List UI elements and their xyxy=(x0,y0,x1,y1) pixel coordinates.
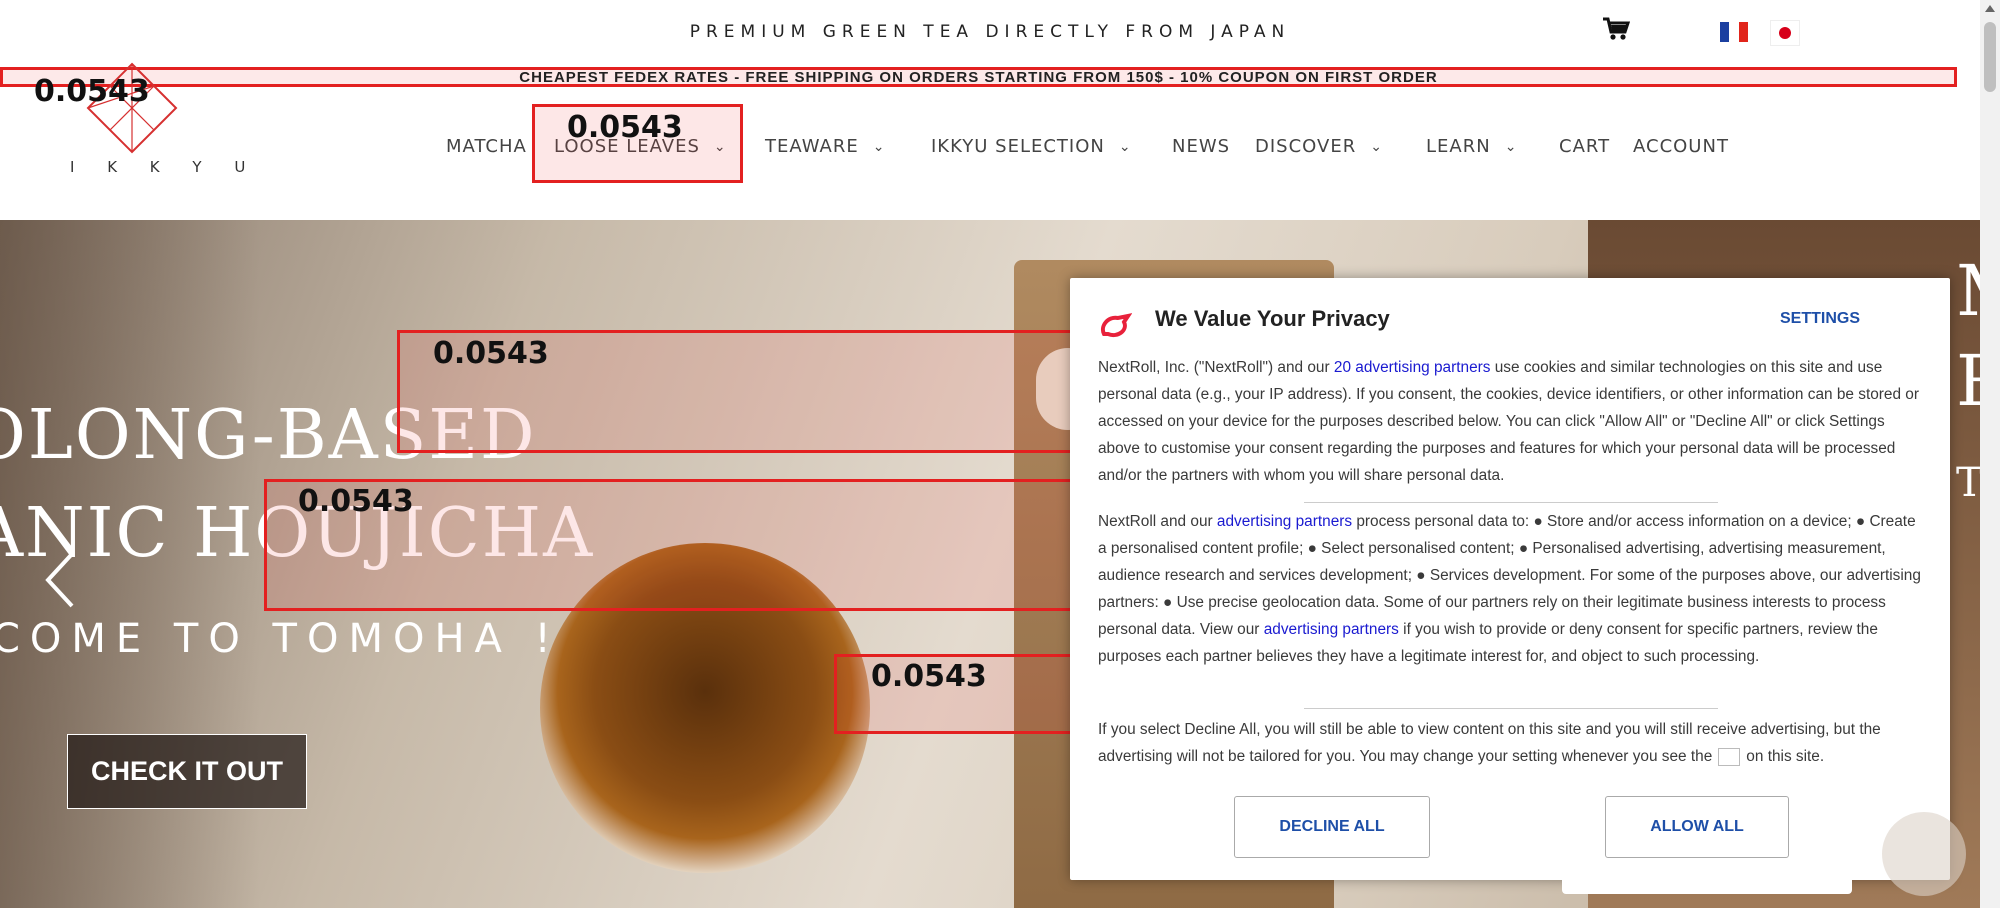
decline-all-button[interactable]: DECLINE ALL xyxy=(1234,796,1430,858)
nextroll-settings-icon xyxy=(1718,747,1741,766)
detection-score: 0.0543 xyxy=(567,110,683,145)
nav-label: ACCOUNT xyxy=(1633,136,1729,157)
advertising-partners-link[interactable]: 20 advertising partners xyxy=(1334,359,1491,376)
shopping-cart-icon[interactable] xyxy=(1602,16,1631,42)
detection-score: 0.0543 xyxy=(34,74,150,109)
paragraph-text: use cookies and similar technologies on … xyxy=(1098,359,1919,484)
check-it-out-button[interactable]: CHECK IT OUT xyxy=(67,734,307,809)
page-scrollbar[interactable] xyxy=(1980,0,2000,908)
divider xyxy=(1304,708,1718,709)
privacy-consent-dialog: We Value Your Privacy SETTINGS NextRoll,… xyxy=(1070,278,1950,880)
nav-item-teaware[interactable]: TEAWARE ⌄ xyxy=(765,136,885,157)
nav-label: TEAWARE xyxy=(765,136,859,157)
consent-paragraph-1: NextRoll, Inc. ("NextRoll") and our 20 a… xyxy=(1098,354,1926,489)
chevron-down-icon: ⌄ xyxy=(1370,139,1383,155)
nav-item-ikkyu-selection[interactable]: IKKYU SELECTION ⌄ xyxy=(931,136,1132,157)
next-slide-text: R xyxy=(1956,340,1980,422)
next-slide-text: M xyxy=(1956,250,1980,332)
japanese-flag-icon[interactable] xyxy=(1770,20,1800,46)
scrollbar-thumb[interactable] xyxy=(1984,22,1996,92)
nav-item-learn[interactable]: LEARN ⌄ xyxy=(1426,136,1517,157)
chat-icon[interactable] xyxy=(1882,812,1966,896)
chevron-left-icon[interactable] xyxy=(40,550,80,610)
shipping-announcement: CHEAPEST FEDEX RATES - FREE SHIPPING ON … xyxy=(0,67,1957,87)
top-bar: PREMIUM GREEN TEA DIRECTLY FROM JAPAN xyxy=(0,0,1980,62)
nav-item-cart[interactable]: CART xyxy=(1559,136,1610,157)
chevron-down-icon: ⌄ xyxy=(1118,139,1132,155)
hero-subtitle: COME TO TOMOHA ! xyxy=(0,616,561,662)
chevron-down-icon: ⌄ xyxy=(1504,139,1518,155)
nextroll-logo-icon xyxy=(1098,312,1133,340)
advertising-partners-link[interactable]: advertising partners xyxy=(1264,621,1399,638)
detection-score: 0.0543 xyxy=(871,659,987,694)
nav-item-account[interactable]: ACCOUNT xyxy=(1633,136,1729,157)
paragraph-text: NextRoll, Inc. ("NextRoll") and our xyxy=(1098,359,1334,376)
nav-label: NEWS xyxy=(1172,136,1231,157)
site-header: I K K Y U MATCHA LOOSE LEAVES ⌄ TEAWARE ⌄ … xyxy=(0,62,1980,220)
paragraph-text: NextRoll and our xyxy=(1098,513,1217,530)
dialog-title: We Value Your Privacy xyxy=(1155,306,1390,331)
chevron-down-icon: ⌄ xyxy=(872,139,886,155)
consent-paragraph-3: If you select Decline All, you will stil… xyxy=(1098,716,1926,770)
detection-score: 0.0543 xyxy=(298,484,414,519)
nav-item-discover[interactable]: DISCOVER ⌄ xyxy=(1255,136,1383,157)
advertising-partners-link[interactable]: advertising partners xyxy=(1217,513,1352,530)
nav-item-news[interactable]: NEWS xyxy=(1172,136,1230,157)
logo-text: I K K Y U xyxy=(70,158,260,176)
nav-item-matcha[interactable]: MATCHA xyxy=(446,136,527,157)
nav-label: MATCHA xyxy=(446,136,527,157)
paragraph-text: on this site. xyxy=(1746,748,1825,765)
nav-label: DISCOVER xyxy=(1255,136,1357,157)
consent-paragraph-2: NextRoll and our advertising partners pr… xyxy=(1098,508,1926,670)
french-flag-icon[interactable] xyxy=(1720,22,1748,42)
paragraph-text: process personal data to: ● Store and/or… xyxy=(1098,513,1921,638)
newsletter-bar xyxy=(1562,872,1852,894)
nav-label: CART xyxy=(1559,136,1611,157)
tagline: PREMIUM GREEN TEA DIRECTLY FROM JAPAN xyxy=(689,22,1291,42)
nav-label: LEARN xyxy=(1426,136,1491,157)
divider xyxy=(1304,502,1718,503)
scroll-up-icon[interactable] xyxy=(1985,5,1995,12)
nav-label: IKKYU SELECTION xyxy=(931,136,1105,157)
detection-score: 0.0543 xyxy=(433,336,549,371)
allow-all-button[interactable]: ALLOW ALL xyxy=(1605,796,1789,858)
settings-link[interactable]: SETTINGS xyxy=(1780,310,1860,328)
next-slide-text: T xyxy=(1956,460,1980,506)
